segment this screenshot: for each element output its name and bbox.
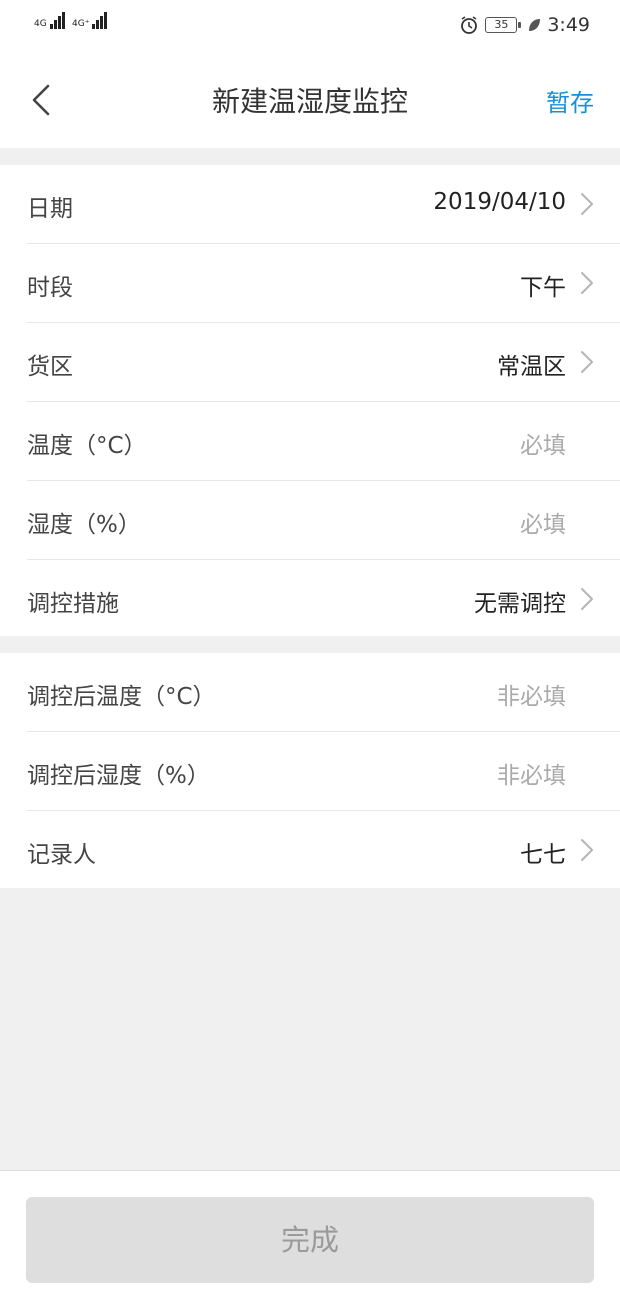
form-section-main: 日期 2019/04/10 时段 下午 货区 常温区 温度（°C） 必填 湿度（%） 必填 调控措施… bbox=[0, 165, 620, 636]
status-right: 35 3:49 bbox=[459, 14, 590, 36]
form-section-after-control: 调控后温度（°C） 非必填 调控后湿度（%） 非必填 记录人 七七 bbox=[0, 653, 620, 888]
field-value[interactable]: 下午 bbox=[520, 268, 566, 302]
form-row[interactable]: 湿度（%） 必填 bbox=[0, 481, 620, 560]
chevron-right-icon bbox=[581, 588, 593, 610]
status-bar: 4G 4G⁺ 35 3:49 bbox=[0, 0, 620, 54]
form-row[interactable]: 货区 常温区 bbox=[0, 323, 620, 402]
form-row[interactable]: 调控后温度（°C） 非必填 bbox=[0, 653, 620, 732]
signal-label: 4G⁺ bbox=[72, 19, 90, 29]
leaf-icon bbox=[529, 19, 541, 31]
field-label: 时段 bbox=[27, 275, 73, 301]
battery-icon: 35 bbox=[485, 17, 522, 33]
done-button[interactable]: 完成 bbox=[26, 1197, 594, 1283]
bottom-bar: 完成 bbox=[0, 1170, 620, 1309]
chevron-right-icon bbox=[581, 193, 593, 215]
field-label: 温度（°C） bbox=[27, 433, 147, 459]
field-label: 记录人 bbox=[27, 842, 96, 868]
field-value[interactable]: 2019/04/10 bbox=[433, 189, 566, 215]
form-row[interactable]: 时段 下午 bbox=[0, 244, 620, 323]
form-row[interactable]: 日期 2019/04/10 bbox=[0, 165, 620, 244]
field-label: 调控后湿度（%） bbox=[27, 763, 210, 789]
status-time: 3:49 bbox=[547, 14, 590, 36]
field-input[interactable]: 非必填 bbox=[497, 756, 566, 790]
chevron-right-icon bbox=[581, 351, 593, 373]
field-label: 调控后温度（°C） bbox=[27, 684, 216, 710]
page-title: 新建温湿度监控 bbox=[211, 85, 408, 118]
field-label: 日期 bbox=[27, 196, 73, 222]
signal-icon-sim2: 4G⁺ bbox=[72, 12, 108, 29]
chevron-right-icon bbox=[581, 839, 593, 861]
field-label: 调控措施 bbox=[27, 591, 119, 617]
field-value[interactable]: 七七 bbox=[520, 835, 566, 869]
field-input[interactable]: 非必填 bbox=[497, 677, 566, 711]
chevron-right-icon bbox=[581, 272, 593, 294]
field-label: 湿度（%） bbox=[27, 512, 141, 538]
form-row[interactable]: 调控后湿度（%） 非必填 bbox=[0, 732, 620, 811]
field-input[interactable]: 必填 bbox=[520, 426, 566, 460]
form-row[interactable]: 温度（°C） 必填 bbox=[0, 402, 620, 481]
field-input[interactable]: 必填 bbox=[520, 505, 566, 539]
form-row[interactable]: 调控措施 无需调控 bbox=[0, 560, 620, 639]
field-label: 货区 bbox=[27, 354, 73, 380]
alarm-icon bbox=[461, 16, 478, 34]
signal-label: 4G bbox=[34, 19, 47, 29]
field-value[interactable]: 无需调控 bbox=[474, 584, 566, 618]
nav-bar: 新建温湿度监控 暂存 bbox=[0, 54, 620, 148]
field-value[interactable]: 常温区 bbox=[497, 347, 566, 381]
signal-icon-sim1: 4G bbox=[34, 12, 66, 29]
save-draft-button[interactable]: 暂存 bbox=[546, 83, 594, 118]
form-row[interactable]: 记录人 七七 bbox=[0, 811, 620, 890]
